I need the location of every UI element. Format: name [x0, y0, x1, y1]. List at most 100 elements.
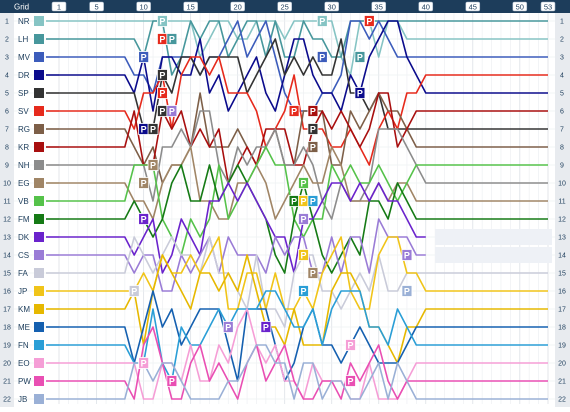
legend-grid-position: 3: [5, 55, 9, 62]
pit-stop-label: P: [366, 17, 372, 27]
legend-driver-name: RG: [18, 125, 30, 134]
pit-stop-label: P: [141, 359, 147, 369]
pit-stop-label: P: [300, 179, 306, 189]
pit-stop-marker: P: [345, 375, 356, 387]
x-tick-label: 40: [422, 3, 430, 12]
pit-stop-marker: P: [138, 213, 150, 225]
pit-stop-marker: P: [147, 159, 159, 171]
pit-stop-label: P: [141, 215, 147, 225]
legend-swatch: [34, 340, 44, 350]
grid-header: Grid: [14, 3, 29, 12]
right-position-label: 20: [558, 361, 566, 368]
legend-swatch: [34, 34, 44, 44]
legend-driver-name: FM: [18, 215, 30, 224]
pit-stop-marker: P: [157, 33, 168, 45]
pit-stop-marker: P: [307, 123, 319, 135]
legend-driver-name: VB: [18, 197, 29, 206]
pit-stop-label: P: [159, 107, 165, 117]
right-position-label: 19: [558, 343, 566, 350]
x-tick-label: 25: [281, 3, 289, 12]
legend-swatch: [34, 160, 44, 170]
pit-stop-label: P: [169, 377, 175, 387]
pit-stop-marker: P: [288, 195, 300, 207]
right-position-label: 7: [560, 127, 564, 134]
pit-stop-label: P: [159, 89, 165, 99]
x-tick: 53: [540, 1, 556, 12]
legend-driver-name: ME: [18, 323, 30, 332]
legend-driver-name: EO: [18, 359, 30, 368]
pit-stop-marker: P: [157, 105, 168, 117]
pit-stop-label: P: [291, 107, 297, 117]
pit-stop-marker: P: [316, 51, 328, 63]
x-tick: 10: [136, 1, 151, 12]
right-position-label: 8: [560, 145, 564, 152]
pit-stop-marker: P: [307, 195, 319, 207]
legend-driver-name: EG: [18, 179, 30, 188]
pit-stop-label: P: [348, 377, 354, 387]
right-position-label: 22: [558, 397, 566, 404]
pit-stop-marker: P: [260, 321, 272, 333]
legend-grid-position: 22: [3, 397, 11, 404]
pit-stop-label: P: [310, 107, 316, 117]
x-tick-label: 10: [139, 3, 147, 12]
pit-stop-label: P: [404, 287, 410, 297]
legend-grid-position: 15: [3, 271, 11, 278]
legend-driver-name: SV: [18, 107, 29, 116]
pit-stop-label: P: [300, 287, 306, 297]
pit-stop-label: P: [300, 197, 306, 207]
pit-stop-label: P: [300, 251, 306, 261]
pit-stop-label: P: [159, 35, 165, 45]
right-position-label: 6: [560, 109, 564, 116]
pit-stop-marker: P: [354, 87, 366, 99]
pit-stop-label: P: [310, 125, 316, 135]
pit-stop-marker: P: [128, 285, 140, 297]
right-position-label: 1: [560, 19, 564, 26]
pit-stop-marker: P: [298, 195, 309, 207]
pit-stop-label: P: [159, 71, 165, 81]
pit-stop-marker: P: [363, 15, 375, 27]
right-position-label: 3: [560, 55, 564, 62]
pit-stop-marker: P: [401, 285, 413, 297]
legend-grid-position: 11: [3, 199, 10, 206]
x-tick-label: 15: [186, 3, 194, 12]
legend-swatch: [34, 286, 44, 296]
legend-driver-name: SP: [18, 89, 29, 98]
pit-stop-label: P: [357, 53, 363, 63]
pit-stop-label: P: [225, 323, 231, 333]
legend-swatch: [34, 52, 44, 62]
legend-grid-position: 14: [3, 253, 11, 260]
right-position-label: 17: [558, 307, 566, 314]
pit-stop-marker: P: [222, 321, 234, 333]
pit-stop-marker: P: [345, 339, 356, 351]
pit-stop-marker: P: [401, 249, 413, 261]
legend-swatch: [34, 250, 44, 260]
legend-driver-name: NR: [18, 17, 30, 26]
lap-chart-svg: Grid P P PP PP P PPP PP P P PP P PPPP PP P PP PP PPP P PP P…: [0, 0, 570, 407]
x-tick: 30: [324, 1, 340, 12]
pit-stop-label: P: [169, 107, 175, 117]
pit-stop-marker: P: [298, 177, 309, 189]
pit-stop-marker: P: [138, 357, 150, 369]
pit-stop-marker: P: [288, 105, 300, 117]
pit-stop-label: P: [404, 251, 410, 261]
legend-grid-position: 19: [3, 343, 11, 350]
pit-stop-label: P: [169, 35, 175, 45]
right-position-label: 10: [558, 181, 566, 188]
legend-driver-name: KM: [18, 305, 30, 314]
lap-chart: Grid PPPPPPPPPPPPPPPPPPPPPPPPPPPPPPPPPPP…: [0, 0, 570, 407]
legend-grid-position: 7: [5, 127, 9, 134]
x-tick-label: 53: [544, 3, 552, 12]
x-tick: 25: [277, 1, 292, 12]
legend-swatch: [34, 322, 44, 332]
legend-swatch: [34, 142, 44, 152]
pit-stop-label: P: [131, 287, 137, 297]
x-tick-label: 5: [95, 3, 99, 12]
pit-stop-label: P: [150, 161, 156, 171]
pit-stop-marker: P: [138, 51, 150, 63]
pit-stop-marker: P: [298, 249, 309, 261]
x-tick: 15: [183, 1, 198, 12]
pit-stop-label: P: [263, 323, 269, 333]
legend-grid-position: 18: [3, 325, 11, 332]
pit-stop-marker: P: [138, 123, 150, 135]
pit-stop-label: P: [310, 197, 316, 207]
